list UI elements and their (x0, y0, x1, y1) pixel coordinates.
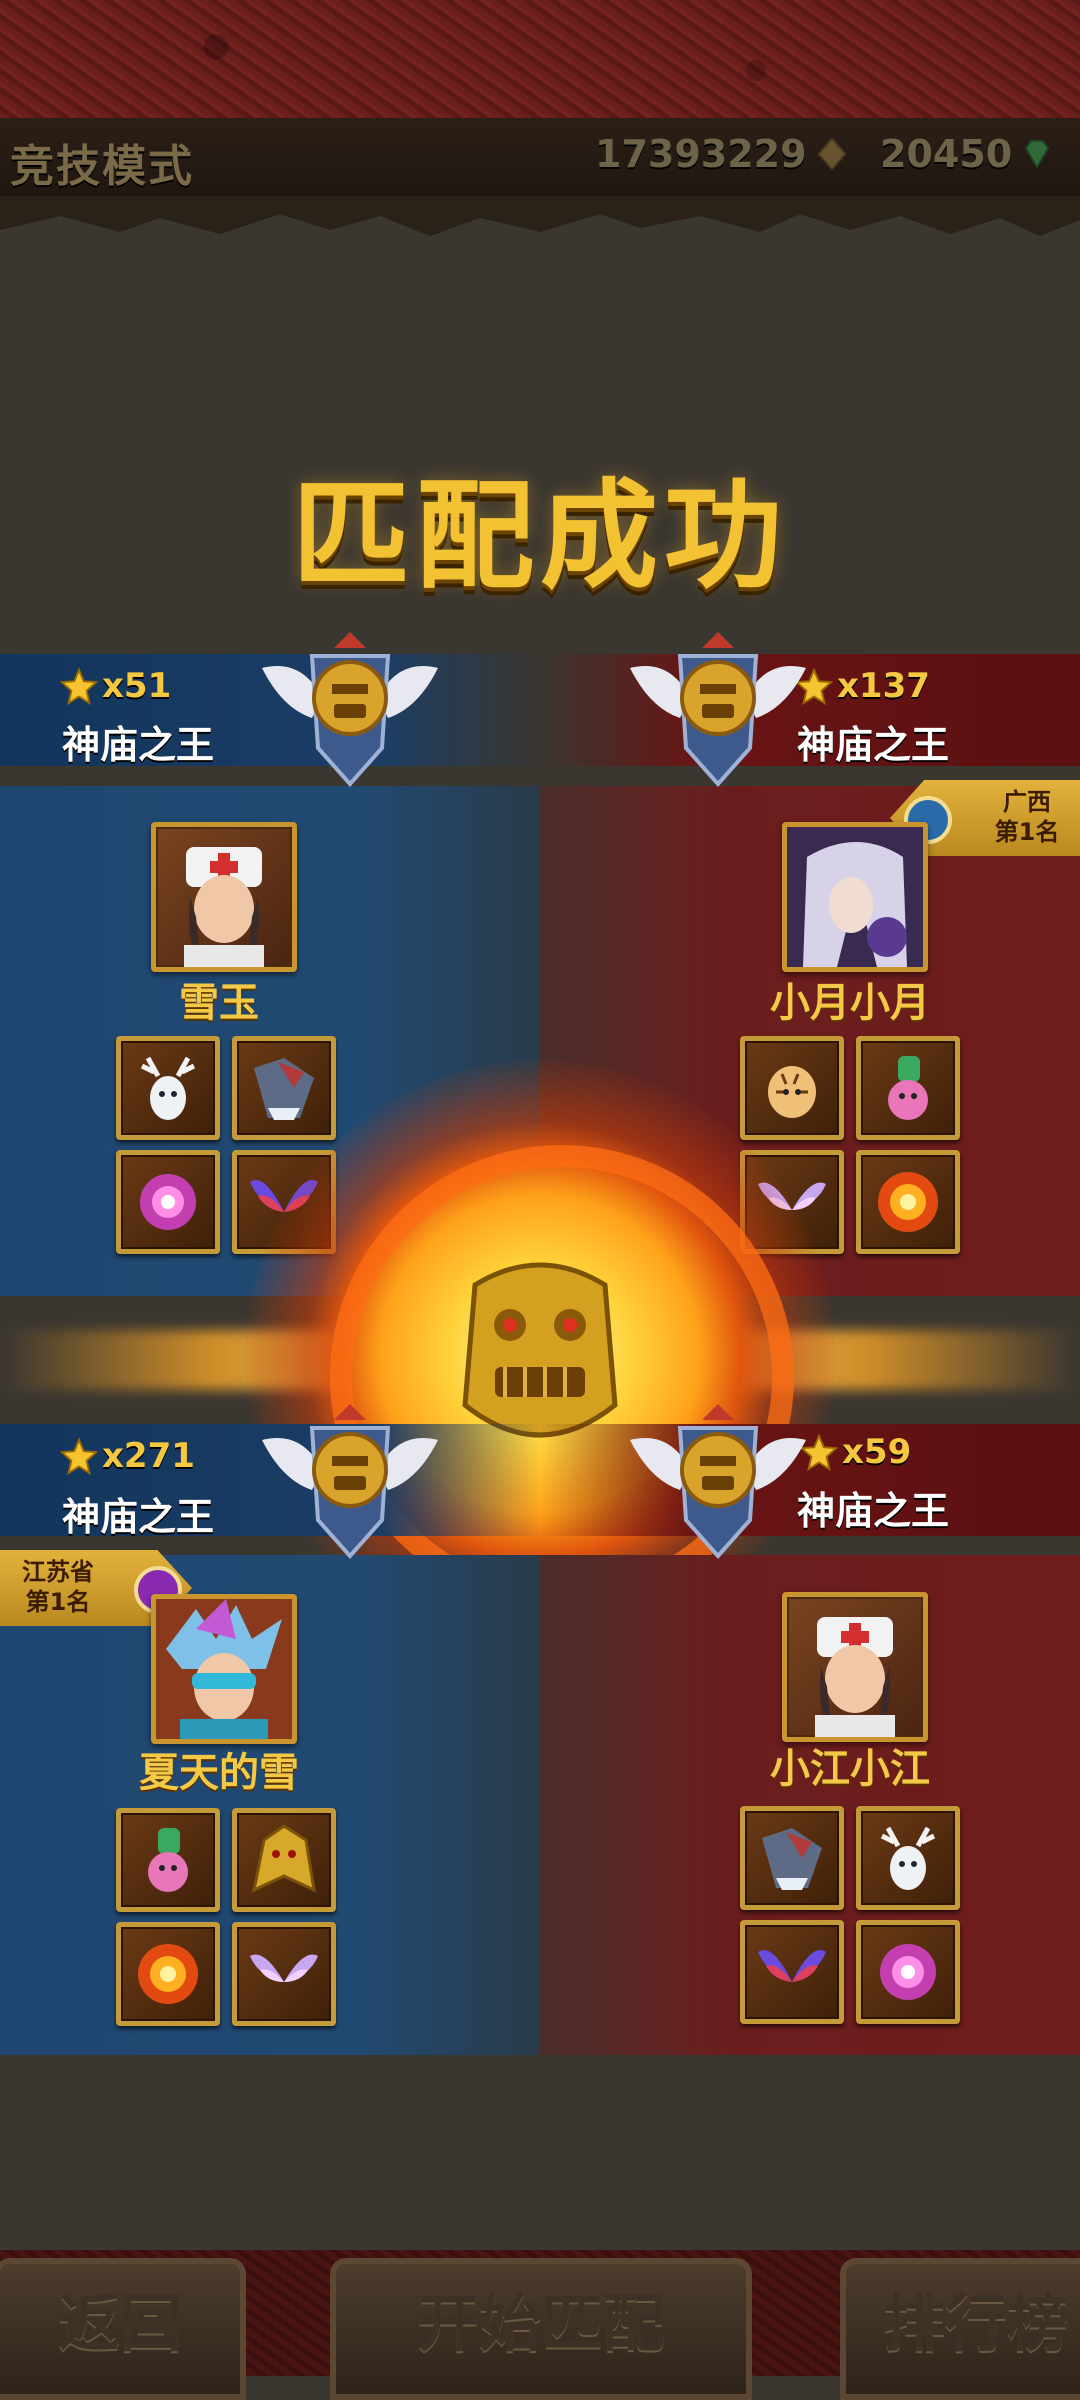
pink-creature-icon (148, 1828, 188, 1892)
p1-avatar (151, 822, 297, 972)
p1-item-1 (116, 1036, 220, 1140)
pink-creature-icon (888, 1056, 928, 1120)
p3-name: 夏天的雪 (139, 1750, 299, 1796)
gold-diamond-icon (816, 137, 847, 171)
p1-stars: x51 (60, 666, 171, 706)
gold-counter: 17393229 (595, 132, 851, 176)
p3-stars: x271 (60, 1436, 195, 1476)
star-icon (60, 1437, 98, 1475)
p1-item-3 (116, 1150, 220, 1254)
p3-rank-title: 神庙之王 (62, 1495, 215, 1539)
p3-region-name: 江苏省 (22, 1558, 94, 1586)
rank-badge-icon (262, 1404, 438, 1560)
p3-item-1 (116, 1808, 220, 1912)
p2-item-1 (740, 1036, 844, 1140)
silver-hair-avatar-icon (787, 827, 923, 967)
nurse-avatar-icon (184, 847, 264, 967)
p4-stars: x59 (800, 1432, 911, 1472)
back-button[interactable]: 返回 (0, 2258, 246, 2400)
mode-title: 竞技模式 (10, 141, 194, 192)
p1-name: 雪玉 (179, 980, 259, 1026)
golden-dragon-icon (251, 1824, 316, 1893)
nurse-avatar-icon (815, 1617, 895, 1737)
p3-item-4 (232, 1922, 336, 2026)
p4-item-2 (856, 1806, 960, 1910)
p4-avatar (782, 1592, 928, 1742)
p3-region-rank: 第1名 (25, 1588, 91, 1616)
top-decoration (0, 0, 1080, 118)
torn-edge (0, 196, 1080, 236)
rank-badge-icon (630, 1404, 806, 1560)
gold-amount: 17393229 (595, 132, 807, 176)
p4-item-4 (856, 1920, 960, 2024)
rank-badge-icon (262, 632, 438, 788)
p1-star-count: x51 (102, 666, 172, 706)
p3-avatar (151, 1594, 297, 1744)
wolf-pet-icon (762, 1828, 822, 1890)
pink-orb-icon (880, 1944, 936, 2000)
leaderboard-button[interactable]: 排行榜 (840, 2258, 1080, 2400)
p4-rank-title: 神庙之王 (797, 1489, 950, 1533)
p3-item-3 (116, 1922, 220, 2026)
p3-star-count: x271 (102, 1436, 195, 1476)
p2-stars: x137 (795, 666, 930, 706)
deer-pet-icon (140, 1056, 196, 1120)
match-success-title: 匹配成功 (291, 467, 788, 605)
star-icon (60, 667, 98, 705)
deer-pet-icon (880, 1826, 936, 1890)
gem-counter: 20450 (880, 132, 1056, 176)
tiger-pet-icon (768, 1066, 816, 1118)
p2-star-count: x137 (837, 666, 930, 706)
p4-item-1 (740, 1806, 844, 1910)
gem-amount: 20450 (880, 132, 1013, 176)
start-match-button[interactable]: 开始匹配 (330, 2258, 752, 2400)
p4-star-count: x59 (842, 1432, 912, 1472)
rank-badge-icon (630, 632, 806, 788)
pink-orb-icon (140, 1174, 196, 1230)
p2-item-4 (856, 1150, 960, 1254)
p4-name: 小江小江 (770, 1746, 930, 1792)
p1-item-2 (232, 1036, 336, 1140)
p2-region-rank: 第1名 (994, 818, 1060, 846)
p2-name: 小月小月 (770, 980, 930, 1026)
p2-avatar (782, 822, 928, 972)
feather-hair-avatar-icon (156, 1599, 292, 1739)
p2-item-2 (856, 1036, 960, 1140)
fire-orb-icon (878, 1172, 938, 1232)
pink-wings-icon (250, 1954, 318, 1982)
green-gem-icon (1024, 139, 1050, 170)
p1-rank-title: 神庙之王 (62, 723, 215, 767)
purple-wings-icon (758, 1950, 826, 1982)
wolf-pet-icon (254, 1058, 314, 1120)
fire-orb-icon (138, 1944, 198, 2004)
p3-item-2 (232, 1808, 336, 1912)
p4-item-3 (740, 1920, 844, 2024)
p2-rank-title: 神庙之王 (797, 723, 950, 767)
p2-region-name: 广西 (1003, 788, 1051, 816)
